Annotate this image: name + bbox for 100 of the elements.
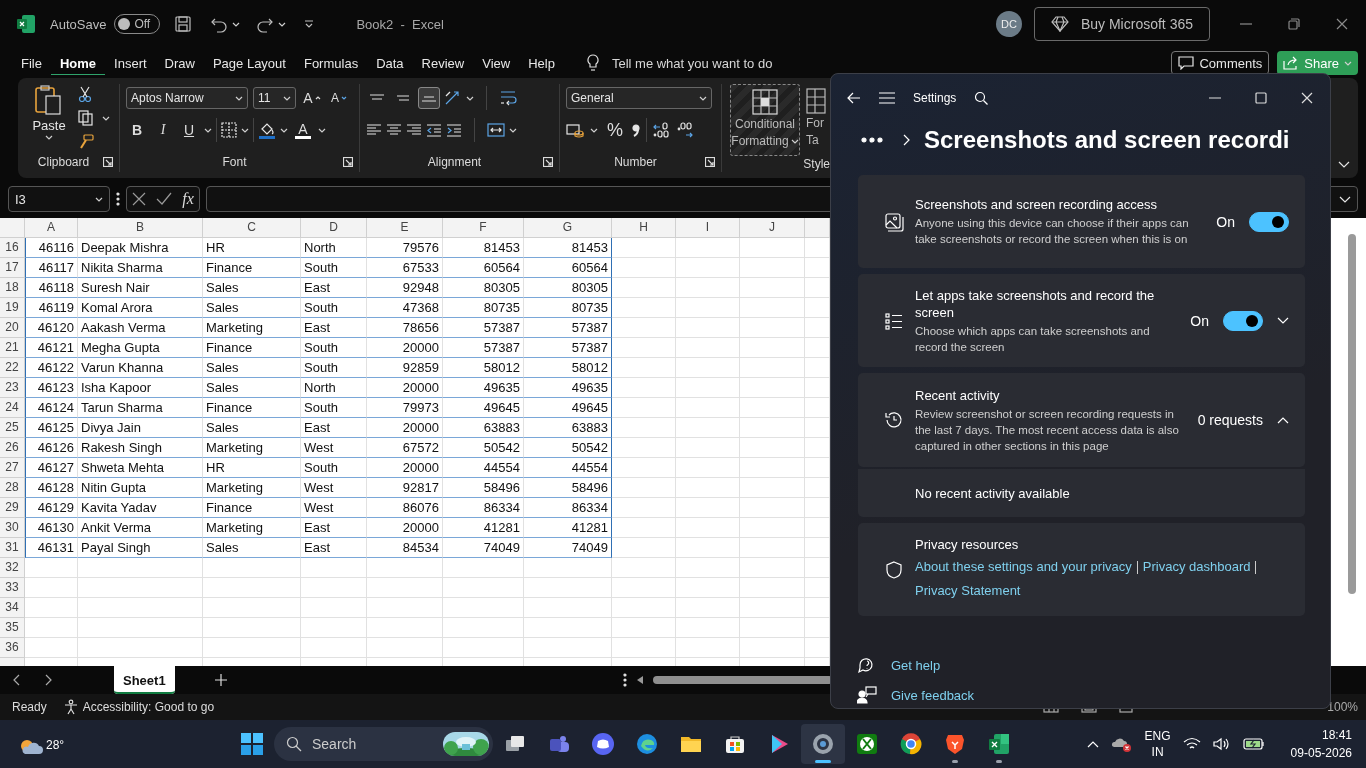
temperature[interactable]: 28° bbox=[46, 738, 65, 752]
row-header[interactable]: 20 bbox=[0, 318, 25, 338]
caret-icon[interactable] bbox=[466, 95, 474, 101]
align-center-icon[interactable] bbox=[386, 122, 402, 138]
caret-icon[interactable] bbox=[590, 127, 598, 133]
language-indicator[interactable]: ENG IN bbox=[1144, 728, 1171, 760]
dialog-launcher-icon[interactable] bbox=[543, 157, 553, 167]
align-right-icon[interactable] bbox=[406, 122, 422, 138]
name-box[interactable]: I3 bbox=[8, 186, 110, 212]
row-header[interactable]: 34 bbox=[0, 598, 25, 618]
row-header[interactable]: 29 bbox=[0, 498, 25, 518]
row-header[interactable]: 33 bbox=[0, 578, 25, 598]
wrap-text-icon[interactable] bbox=[499, 89, 517, 107]
toggle-switch[interactable] bbox=[1223, 310, 1263, 331]
caret-icon[interactable] bbox=[102, 115, 110, 121]
row-header[interactable]: 19 bbox=[0, 298, 25, 318]
paste-button[interactable]: Paste bbox=[28, 84, 70, 152]
show-hidden-icons-icon[interactable] bbox=[1086, 740, 1099, 748]
help-link[interactable]: Get help bbox=[891, 657, 941, 673]
speaker-icon[interactable] bbox=[1212, 737, 1231, 751]
orientation-icon[interactable] bbox=[444, 90, 462, 106]
row-header[interactable]: 35 bbox=[0, 618, 25, 638]
chevron-up-icon[interactable] bbox=[1277, 416, 1289, 424]
caret-icon[interactable] bbox=[278, 21, 287, 27]
accounting-format-icon[interactable] bbox=[566, 122, 584, 138]
caret-icon[interactable] bbox=[95, 196, 103, 202]
collapse-ribbon-icon[interactable] bbox=[1338, 161, 1350, 168]
ribbon-tab[interactable]: Data bbox=[367, 48, 413, 78]
add-sheet-icon[interactable] bbox=[214, 674, 227, 686]
back-icon[interactable] bbox=[847, 92, 861, 104]
ribbon-tab[interactable]: Help bbox=[519, 48, 564, 78]
column-header[interactable]: A bbox=[25, 218, 78, 238]
caret-icon[interactable] bbox=[699, 95, 707, 101]
caret-icon[interactable] bbox=[790, 139, 799, 144]
more-icon[interactable] bbox=[861, 137, 883, 143]
underline-button[interactable]: U bbox=[178, 119, 200, 141]
taskbar-app-button[interactable] bbox=[801, 724, 845, 764]
row-header[interactable]: 24 bbox=[0, 398, 25, 418]
user-avatar[interactable]: DC bbox=[995, 11, 1022, 37]
more-options-icon[interactable] bbox=[622, 673, 627, 687]
caret-icon[interactable] bbox=[45, 135, 53, 140]
column-header[interactable]: E bbox=[367, 218, 443, 238]
caret-icon[interactable] bbox=[235, 95, 243, 101]
tell-me-search[interactable]: Tell me what you want to do bbox=[611, 55, 773, 71]
ribbon-tab[interactable]: Draw bbox=[155, 48, 204, 78]
ribbon-tab[interactable]: View bbox=[473, 48, 520, 78]
row-header[interactable]: 25 bbox=[0, 418, 25, 438]
more-options-icon[interactable] bbox=[116, 192, 120, 206]
previous-sheet-icon[interactable] bbox=[12, 674, 20, 686]
font-size-select[interactable]: 11 bbox=[253, 87, 296, 109]
merge-cells-icon[interactable] bbox=[487, 122, 505, 138]
row-header[interactable]: 32 bbox=[0, 558, 25, 578]
format-as-table-button[interactable]: For Ta bbox=[806, 84, 828, 156]
row-header[interactable]: 21 bbox=[0, 338, 25, 358]
format-painter-icon[interactable] bbox=[78, 134, 94, 150]
sheet-tab[interactable]: Sheet1 bbox=[114, 666, 175, 694]
row-header[interactable]: 36 bbox=[0, 638, 25, 658]
comma-style-icon[interactable] bbox=[632, 123, 640, 137]
save-icon[interactable] bbox=[174, 15, 193, 33]
row-header[interactable]: 27 bbox=[0, 458, 25, 478]
ribbon-tab[interactable]: File bbox=[12, 48, 51, 78]
dialog-launcher-icon[interactable] bbox=[705, 157, 715, 167]
search-icon[interactable] bbox=[974, 91, 989, 105]
row-header[interactable]: 30 bbox=[0, 518, 25, 538]
ribbon-tab[interactable]: Review bbox=[412, 48, 474, 78]
row-header[interactable]: 31 bbox=[0, 538, 25, 558]
check-icon[interactable] bbox=[156, 192, 173, 206]
percent-button[interactable]: % bbox=[604, 119, 626, 141]
horizontal-scrollbar[interactable] bbox=[652, 676, 833, 684]
caret-icon[interactable] bbox=[204, 127, 212, 133]
row-header[interactable]: 28 bbox=[0, 478, 25, 498]
zoom-level[interactable]: 100% bbox=[1327, 700, 1358, 714]
column-header[interactable]: G bbox=[524, 218, 612, 238]
ribbon-tab[interactable]: Formulas bbox=[294, 48, 368, 78]
row-header[interactable]: 18 bbox=[0, 278, 25, 298]
buy-button[interactable]: Buy Microsoft 365 bbox=[1033, 7, 1210, 41]
help-link[interactable]: Give feedback bbox=[891, 687, 975, 703]
borders-icon[interactable] bbox=[221, 122, 237, 138]
caret-icon[interactable] bbox=[232, 21, 241, 27]
row-header[interactable]: 22 bbox=[0, 358, 25, 378]
column-header[interactable]: F bbox=[443, 218, 524, 238]
shrink-font-button[interactable]: A bbox=[328, 87, 350, 109]
italic-button[interactable]: I bbox=[152, 119, 174, 141]
vertical-align-button[interactable] bbox=[418, 87, 440, 109]
cancel-icon[interactable] bbox=[132, 192, 147, 206]
row-header[interactable]: 26 bbox=[0, 438, 25, 458]
caret-icon[interactable] bbox=[318, 127, 326, 133]
ribbon-tab[interactable]: Insert bbox=[105, 48, 156, 78]
row-header[interactable]: 23 bbox=[0, 378, 25, 398]
dialog-launcher-icon[interactable] bbox=[343, 157, 353, 167]
column-header[interactable]: I bbox=[676, 218, 740, 238]
battery-charging-icon[interactable] bbox=[1242, 738, 1265, 750]
decrease-indent-icon[interactable] bbox=[426, 122, 442, 138]
caret-icon[interactable] bbox=[509, 127, 517, 133]
vertical-scrollbar[interactable] bbox=[1348, 234, 1356, 594]
wifi-icon[interactable] bbox=[1182, 737, 1201, 751]
chevron-down-icon[interactable] bbox=[1277, 317, 1289, 324]
menu-icon[interactable] bbox=[879, 92, 895, 104]
row-header[interactable]: 17 bbox=[0, 258, 25, 278]
fill-bucket-icon[interactable] bbox=[258, 121, 276, 139]
